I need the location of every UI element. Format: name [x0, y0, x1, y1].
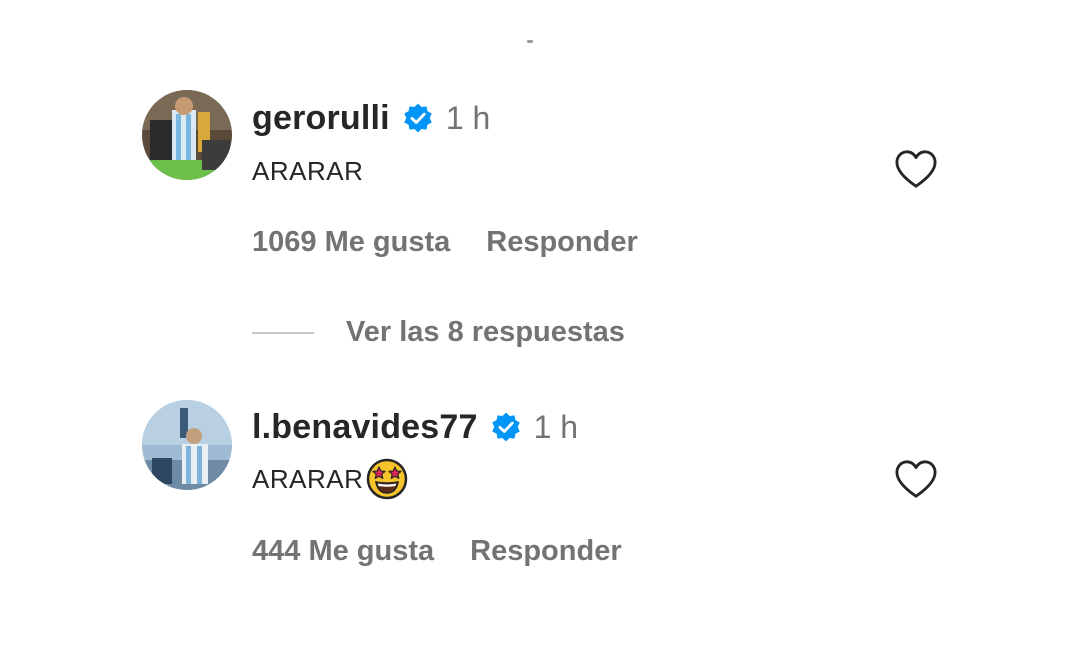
like-heart-icon[interactable]	[893, 458, 939, 500]
comment-header: l.benavides77 1 h	[252, 405, 578, 449]
comment-actions: 444 Me gusta Responder	[252, 531, 622, 571]
comment-text: ARARAR	[252, 456, 409, 502]
like-count[interactable]: 1069 Me gusta	[252, 226, 450, 259]
reply-button[interactable]: Responder	[486, 226, 637, 259]
view-replies-label[interactable]: Ver las 8 respuestas	[346, 316, 625, 349]
comment-item: l.benavides77 1 h ARARAR 444 Me gusta Re…	[0, 0, 1080, 567]
star-struck-emoji	[367, 458, 408, 500]
avatar-photo	[142, 400, 232, 490]
timestamp: 1 h	[533, 408, 579, 445]
avatar[interactable]	[142, 400, 232, 490]
reply-button[interactable]: Responder	[470, 535, 621, 568]
view-replies-button[interactable]: Ver las 8 respuestas	[252, 316, 625, 349]
comment-actions: 1069 Me gusta Responder	[252, 222, 638, 262]
comment-body: ARARAR	[252, 463, 364, 494]
replies-divider	[252, 331, 314, 334]
username[interactable]: l.benavides77	[252, 408, 478, 447]
like-count[interactable]: 444 Me gusta	[252, 535, 434, 568]
verified-badge-icon	[491, 412, 520, 442]
